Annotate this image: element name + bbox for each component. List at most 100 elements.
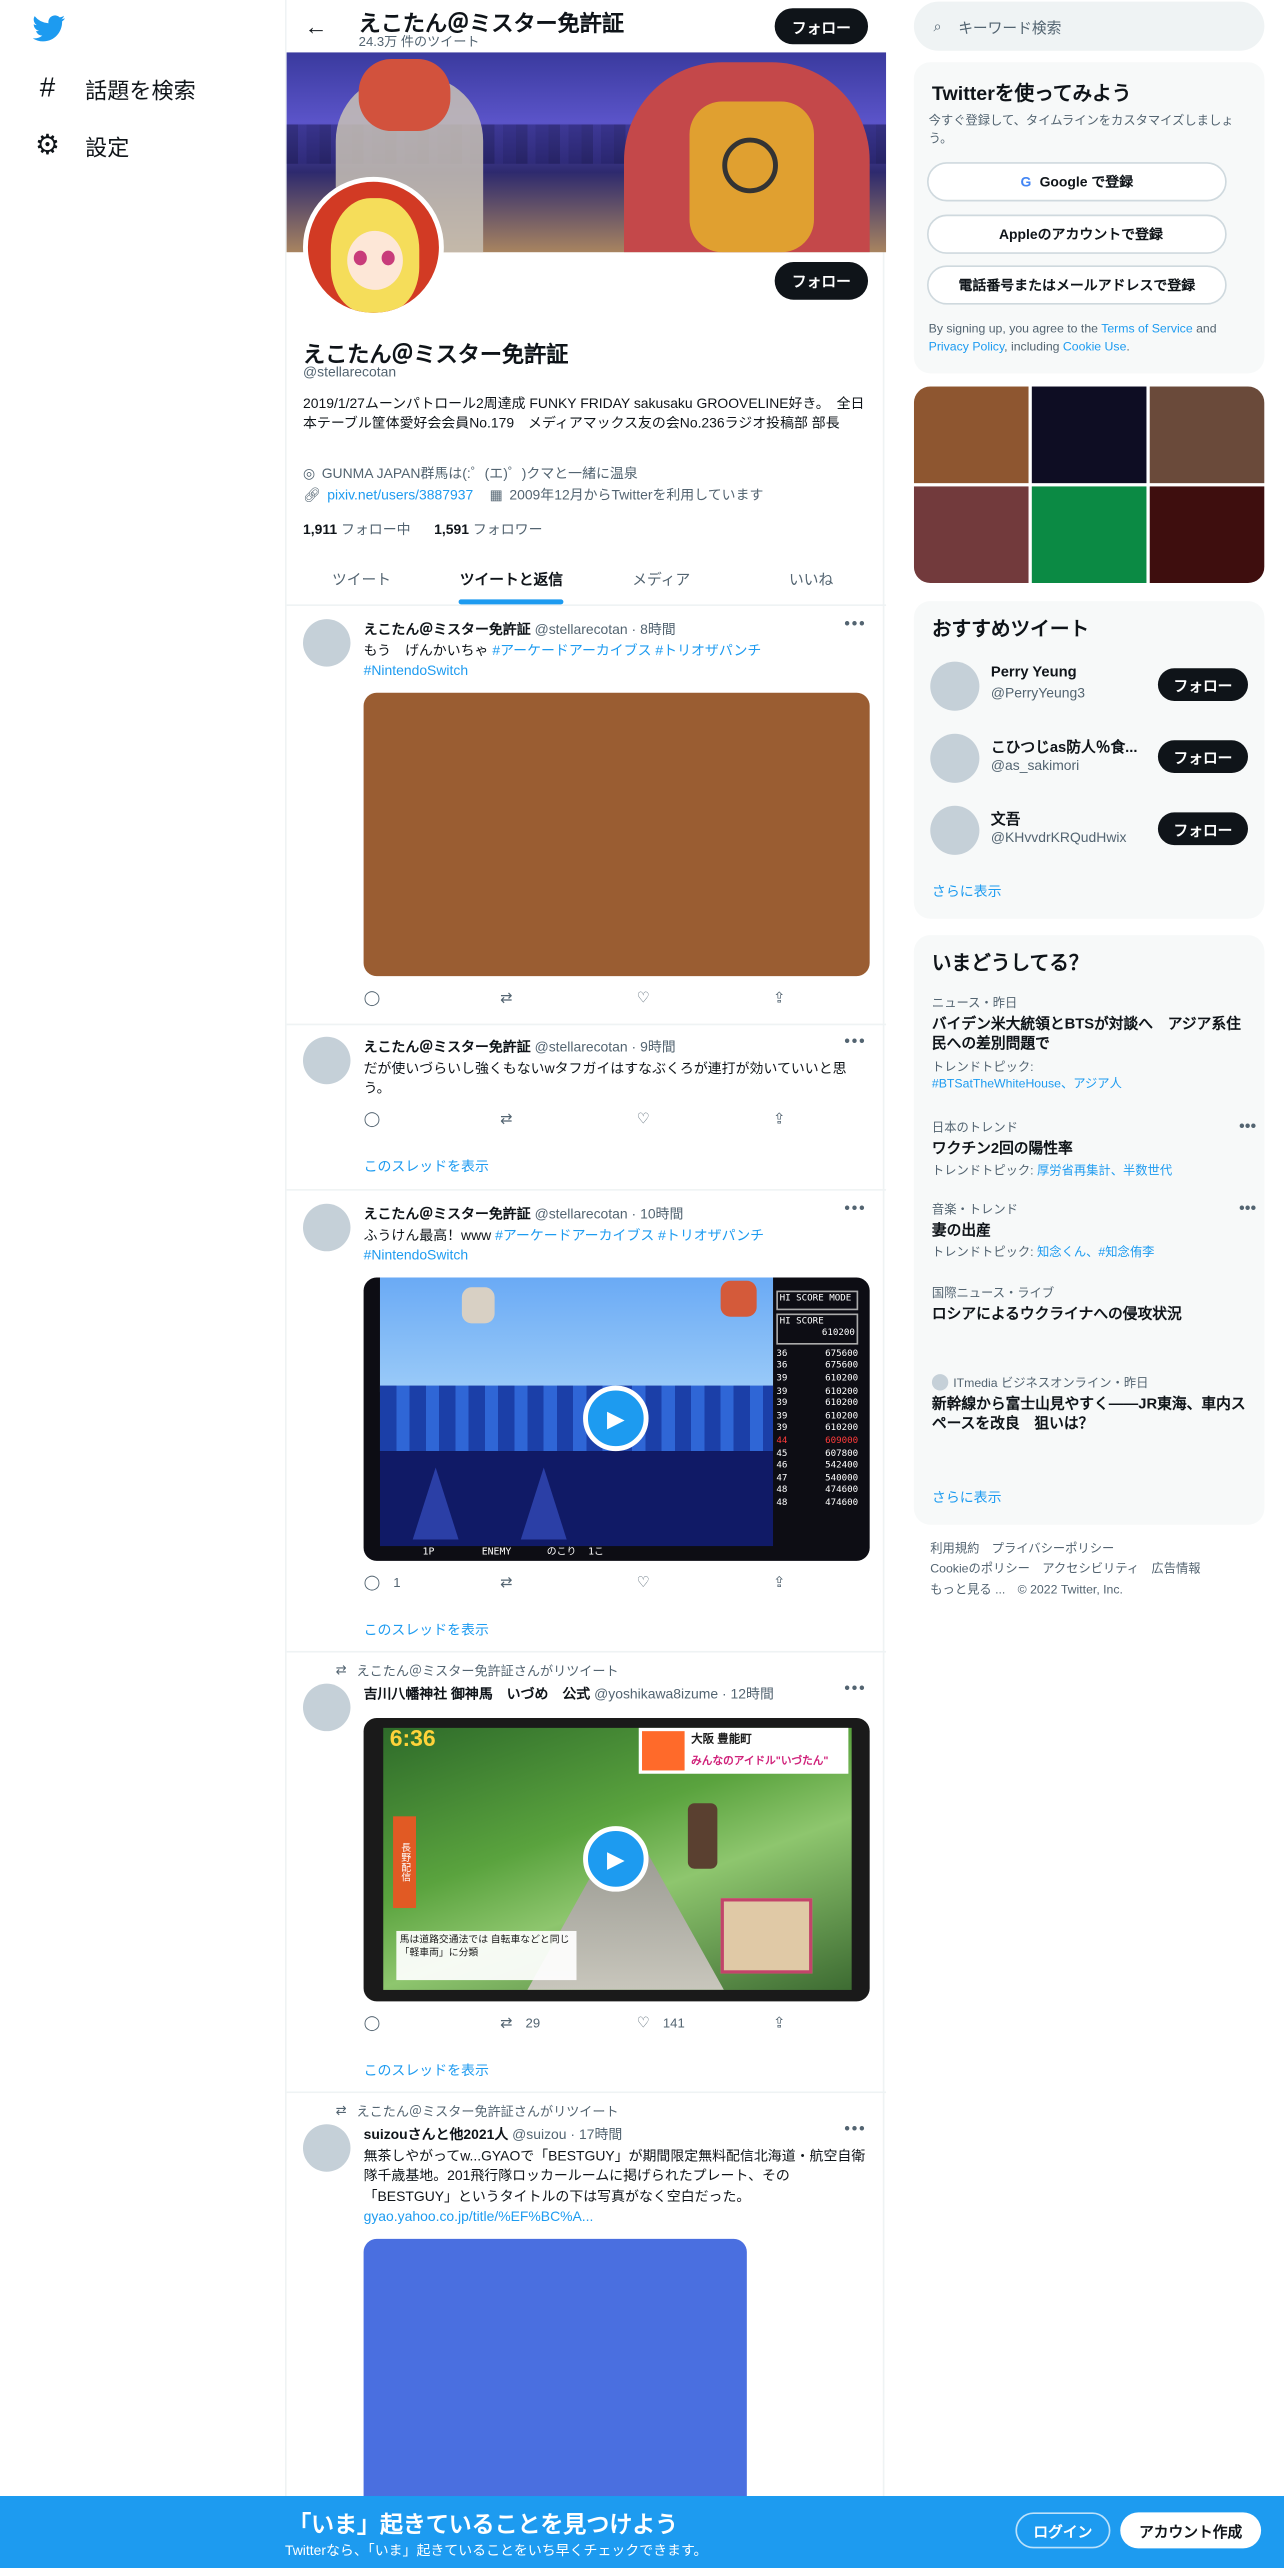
trend-item[interactable]: ニュース・昨日 バイデン米大統領とBTSが対談へ アジア系住民への差別問題で ト… <box>932 994 1253 1092</box>
tweet-link[interactable]: gyao.yahoo.co.jp/title/%EF%BC%A... <box>364 2208 594 2224</box>
tweet-author-name[interactable]: えこたん＠ミスター免許証 <box>364 621 531 637</box>
media-thumb[interactable] <box>1031 386 1147 484</box>
google-signup-button[interactable]: G Google で登録 <box>926 162 1227 202</box>
tweet[interactable]: えこたん＠ミスター免許証 @stellarecotan · 8時間 ••• もう… <box>286 606 887 1026</box>
search-input[interactable]: キーワード検索 <box>958 16 1061 37</box>
trend-item[interactable]: ITmedia ビジネスオンライン・昨日 新幹線から富士山見やすく――JR東海、… <box>931 1374 1253 1434</box>
apple-signup-button[interactable]: Appleのアカウントで登録 <box>926 214 1227 254</box>
retweet-indicator-text[interactable]: えこたん＠ミスター免許証さんがリツイート <box>357 1662 619 1680</box>
retweet-action[interactable]: ⇄ 29 <box>500 2014 549 2032</box>
header-follow-button[interactable]: フォロー <box>774 8 869 45</box>
tab-media[interactable]: メディア <box>586 554 736 605</box>
share-icon[interactable]: ⇪ <box>773 1110 822 1128</box>
share-icon[interactable]: ⇪ <box>773 2014 822 2032</box>
recommended-follow-button[interactable]: フォロー <box>1157 740 1249 774</box>
tweet-author-handle[interactable]: @stellarecotan <box>535 621 628 637</box>
terms-of-service-link[interactable]: Terms of Service <box>1101 321 1192 336</box>
footer-line[interactable]: 利用規約 プライバシーポリシー <box>930 1540 1258 1560</box>
reply-icon[interactable]: ◯ <box>364 1110 413 1128</box>
reply-icon[interactable]: ◯ <box>364 989 413 1007</box>
more-options-icon[interactable]: ••• <box>844 2121 866 2139</box>
recommended-name[interactable]: Perry Yeung <box>991 663 1148 679</box>
like-icon[interactable]: ♡ <box>637 1110 686 1128</box>
trend-topics-links[interactable]: #BTSatTheWhiteHouse、アジア人 <box>932 1076 1122 1091</box>
recommended-follow-button[interactable]: フォロー <box>1157 812 1249 846</box>
trend-topics-links[interactable]: 厚労省再集計、半数世代 <box>1037 1164 1172 1179</box>
like-icon[interactable]: ♡ <box>637 989 686 1007</box>
like-icon[interactable]: ♡ <box>637 1574 686 1592</box>
followers-link[interactable]: 1,591 フォロワー <box>434 521 542 537</box>
recommended-show-more[interactable]: さらに表示 <box>932 881 1002 901</box>
tweet-time[interactable]: 9時間 <box>640 1038 676 1054</box>
recommended-avatar[interactable] <box>930 805 980 855</box>
tweet[interactable]: ⇄ えこたん＠ミスター免許証さんがリツイート suizouさんと他2021人 @… <box>287 2095 886 2518</box>
tweet-author-name[interactable]: えこたん＠ミスター免許証 <box>364 1205 531 1221</box>
tweet-author-handle[interactable]: @yoshikawa8izume <box>594 1685 718 1701</box>
show-thread-link[interactable]: このスレッドを表示 <box>364 2060 489 2080</box>
tab-likes[interactable]: いいね <box>736 554 886 605</box>
tweet-time[interactable]: 10時間 <box>640 1205 683 1221</box>
tweet-author-name[interactable]: 吉川八幡神社 御神馬 いづめ 公式 <box>364 1685 591 1701</box>
twitter-logo-icon[interactable] <box>32 15 66 43</box>
tweet-author-name[interactable]: えこたん＠ミスター免許証 <box>364 1038 531 1054</box>
more-options-icon[interactable]: ••• <box>844 616 866 634</box>
tweet[interactable]: えこたん＠ミスター免許証 @stellarecotan · 9時間 ••• だが… <box>286 1027 887 1191</box>
tweet[interactable]: えこたん＠ミスター免許証 @stellarecotan · 10時間 ••• ふ… <box>286 1192 887 1653</box>
search-box[interactable]: ⌕ キーワード検索 <box>913 1 1265 51</box>
retweet-icon[interactable]: ⇄ <box>500 989 549 1007</box>
nav-settings[interactable]: ⚙ 設定 <box>33 129 130 162</box>
footer-line[interactable]: Cookieのポリシー アクセシビリティ 広告情報 <box>930 1560 1258 1580</box>
like-action[interactable]: ♡ 141 <box>637 2014 686 2032</box>
retweet-indicator-text[interactable]: えこたん＠ミスター免許証さんがリツイート <box>357 2103 619 2121</box>
trend-item[interactable]: 国際ニュース・ライブ ロシアによるウクライナへの侵攻状況 <box>932 1284 1253 1324</box>
tab-tweets-and-replies[interactable]: ツイートと返信 <box>436 554 586 605</box>
tweet-avatar[interactable] <box>302 2124 351 2172</box>
trends-show-more[interactable]: さらに表示 <box>932 1487 1002 1507</box>
recommended-name[interactable]: こひつじas防人％食... <box>991 735 1148 756</box>
more-options-icon[interactable]: ••• <box>1239 1119 1256 1137</box>
profile-follow-button[interactable]: フォロー <box>774 262 869 300</box>
more-options-icon[interactable]: ••• <box>1239 1201 1256 1219</box>
recommended-avatar[interactable] <box>930 661 980 711</box>
tweet-hashtag-switch[interactable]: #NintendoSwitch <box>364 662 468 678</box>
profile-url[interactable]: pixiv.net/users/3887937 <box>327 486 473 502</box>
retweet-icon[interactable]: ⇄ <box>500 1574 549 1592</box>
media-thumb[interactable] <box>1031 486 1147 584</box>
phone-signup-button[interactable]: 電話番号またはメールアドレスで登録 <box>926 265 1227 305</box>
tweet-image[interactable] <box>363 2238 747 2518</box>
show-thread-link[interactable]: このスレッドを表示 <box>364 1620 489 1640</box>
retweet-icon[interactable]: ⇄ <box>500 1110 549 1128</box>
tweet-hashtag-switch[interactable]: #NintendoSwitch <box>364 1247 468 1263</box>
media-thumb[interactable] <box>913 486 1029 584</box>
more-options-icon[interactable]: ••• <box>844 1680 866 1698</box>
tweet-author-handle[interactable]: @stellarecotan <box>535 1205 628 1221</box>
tab-tweets[interactable]: ツイート <box>287 554 437 605</box>
tweet-image[interactable] <box>363 692 870 977</box>
more-options-icon[interactable]: ••• <box>844 1033 866 1051</box>
media-thumb[interactable] <box>913 386 1029 484</box>
tweet[interactable]: ⇄ えこたん＠ミスター免許証さんがリツイート 吉川八幡神社 御神馬 いづめ 公式… <box>286 1654 887 2094</box>
tweet-hashtags[interactable]: #アーケードアーカイブス #トリオザパンチ <box>495 1227 764 1243</box>
tweet-avatar[interactable] <box>302 1203 351 1252</box>
cookie-use-link[interactable]: Cookie Use <box>1063 339 1127 354</box>
trend-item[interactable]: 音楽・トレンド 妻の出産 トレンドトピック: 知念くん、#知念侑李 ••• <box>932 1201 1256 1262</box>
tweet-video[interactable]: HI SCORE MODE HI SCORE 610200 36 675600 36… <box>363 1277 870 1561</box>
tweet-avatar[interactable] <box>302 1683 351 1732</box>
privacy-policy-link[interactable]: Privacy Policy <box>929 339 1005 354</box>
media-thumb[interactable] <box>1149 386 1265 484</box>
create-account-button[interactable]: アカウント作成 <box>1120 2512 1262 2549</box>
share-icon[interactable]: ⇪ <box>773 1574 822 1592</box>
tweet-author-handle[interactable]: @suizou <box>512 2126 566 2142</box>
tweet-author-handle[interactable]: @stellarecotan <box>535 1038 628 1054</box>
reply-action[interactable]: ◯ 1 <box>364 1574 413 1592</box>
recommended-user[interactable]: こひつじas防人％食... @as_sakimori フォロー <box>930 729 1251 788</box>
recommended-avatar[interactable] <box>930 733 980 783</box>
recommended-user[interactable]: 文吾 @KHvvdrKRQudHwix フォロー <box>930 801 1251 860</box>
back-arrow-icon[interactable]: ← <box>305 13 328 39</box>
footer-line[interactable]: もっと見る ... © 2022 Twitter, Inc. <box>930 1580 1258 1600</box>
trend-topics-links[interactable]: 知念くん、#知念侑李 <box>1037 1245 1154 1260</box>
tweet-time[interactable]: 12時間 <box>731 1685 774 1701</box>
share-icon[interactable]: ⇪ <box>773 989 822 1007</box>
show-thread-link[interactable]: このスレッドを表示 <box>364 1156 489 1176</box>
login-button[interactable]: ログイン <box>1015 2512 1111 2549</box>
